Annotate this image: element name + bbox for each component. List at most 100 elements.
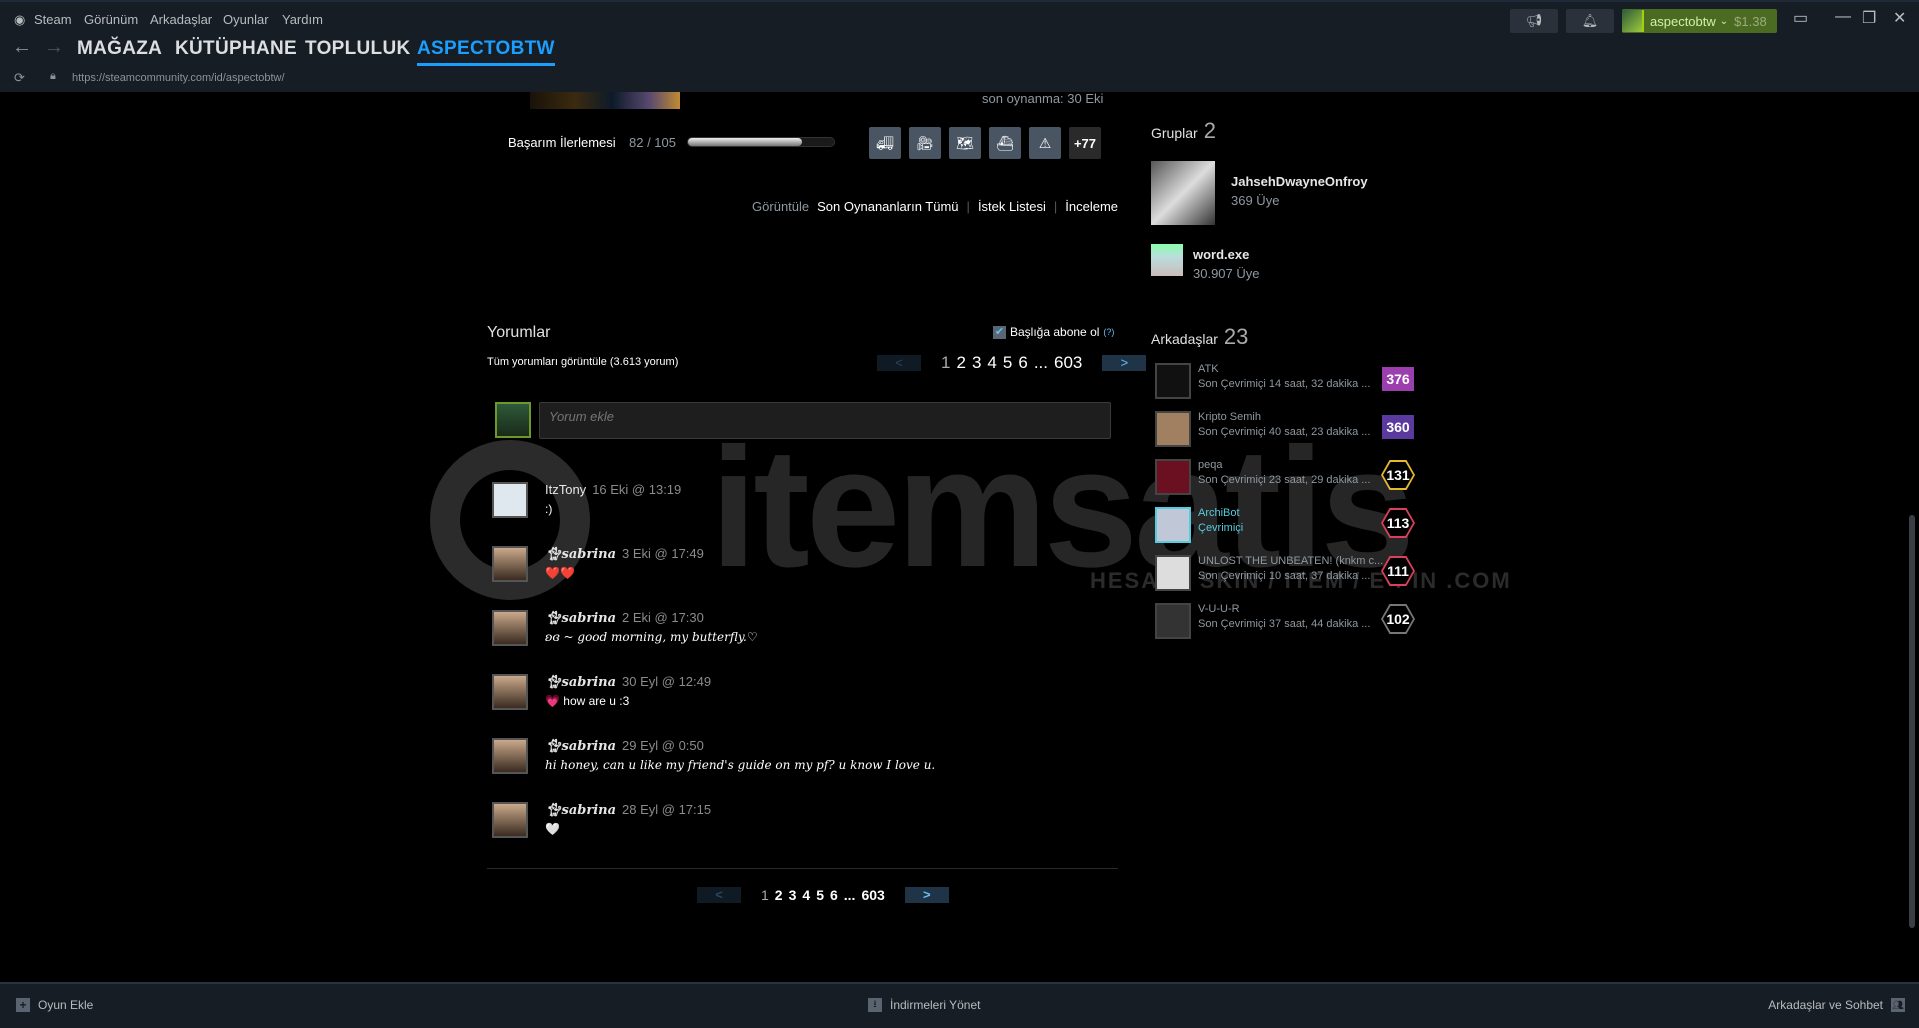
comment-author[interactable]: 🐈︎sabrina 29 Eyl @ 0:50: [545, 738, 704, 754]
friend-avatar[interactable]: [1155, 555, 1191, 591]
group-name[interactable]: word.exe: [1193, 247, 1249, 262]
recent-games-link[interactable]: Son Oynananların Tümü: [817, 199, 958, 214]
achievement-icon[interactable]: 🎥︎: [909, 127, 941, 159]
page-link[interactable]: 5: [1003, 353, 1012, 373]
page-link[interactable]: 603: [1054, 353, 1082, 373]
subscribe-checkbox[interactable]: ✔ Başlığa abone ol (?): [993, 325, 1114, 339]
friend-avatar[interactable]: [1155, 459, 1191, 495]
help-link[interactable]: (?): [1103, 327, 1114, 337]
comment-author[interactable]: 🐈︎sabrina 2 Eki @ 17:30: [545, 610, 704, 626]
author-name[interactable]: sabrina: [562, 675, 617, 690]
nav-store[interactable]: MAĞAZA: [77, 38, 162, 60]
page-link[interactable]: 3: [972, 353, 981, 373]
author-name[interactable]: sabrina: [562, 547, 617, 562]
wishlist-link[interactable]: İstek Listesi: [978, 199, 1046, 214]
page-link[interactable]: 6: [1018, 353, 1027, 373]
friend-avatar[interactable]: [1155, 363, 1191, 399]
next-page-button[interactable]: >: [1102, 355, 1147, 371]
page-link[interactable]: 5: [816, 887, 824, 903]
friend-row[interactable]: Kripto Semih Son Çevrimiçi 40 saat, 23 d…: [1155, 411, 1415, 449]
friend-row[interactable]: UNLOST THE UNBEATEN! (knkm c... Son Çevr…: [1155, 555, 1415, 593]
comment-author[interactable]: 🐈︎sabrina 28 Eyl @ 17:15: [545, 802, 711, 818]
friend-row[interactable]: ArchiBot Çevrimiçi 113: [1155, 507, 1415, 545]
page-link[interactable]: 6: [830, 887, 838, 903]
notifications-button[interactable]: 🔔︎: [1566, 9, 1614, 33]
close-icon[interactable]: ✕: [1893, 8, 1906, 28]
back-arrow-icon[interactable]: ←: [12, 36, 32, 59]
friend-name[interactable]: ATK: [1198, 363, 1219, 375]
restore-icon[interactable]: ❐: [1862, 8, 1876, 28]
comment-author[interactable]: 🐈︎sabrina 3 Eki @ 17:49: [545, 546, 704, 562]
menu-help[interactable]: Yardım: [282, 12, 323, 27]
friend-avatar[interactable]: [1155, 411, 1191, 447]
group-avatar[interactable]: [1151, 161, 1215, 225]
menu-games[interactable]: Oyunlar: [223, 12, 269, 27]
announcements-button[interactable]: 📢︎: [1510, 9, 1558, 33]
scrollbar[interactable]: [1909, 515, 1915, 928]
friend-avatar[interactable]: [1155, 507, 1191, 543]
group-avatar[interactable]: [1151, 244, 1183, 276]
add-game-button[interactable]: + Oyun Ekle: [16, 998, 93, 1012]
page-link[interactable]: 1: [761, 887, 769, 903]
friend-status: Son Çevrimiçi 37 saat, 44 dakika ...: [1198, 618, 1371, 630]
commenter-avatar[interactable]: [492, 610, 528, 646]
menu-steam[interactable]: Steam: [34, 12, 72, 27]
page-link[interactable]: 4: [987, 353, 996, 373]
commenter-avatar[interactable]: [492, 802, 528, 838]
commenter-avatar[interactable]: [492, 482, 528, 518]
prev-page-button[interactable]: <: [697, 887, 741, 903]
nav-profile[interactable]: ASPECTOBTW: [417, 38, 555, 66]
friend-name[interactable]: ArchiBot: [1198, 507, 1240, 519]
commenter-avatar[interactable]: [492, 738, 528, 774]
big-picture-icon[interactable]: ▭: [1793, 8, 1808, 28]
groups-header[interactable]: Gruplar 2: [1151, 118, 1216, 144]
view-all-comments-link[interactable]: Tüm yorumları görüntüle (3.613 yorum): [487, 356, 678, 368]
forward-arrow-icon[interactable]: →: [44, 36, 64, 59]
friend-row[interactable]: V-U-U-R Son Çevrimiçi 37 saat, 44 dakika…: [1155, 603, 1415, 641]
comment-author[interactable]: 🐈︎sabrina 30 Eyl @ 12:49: [545, 674, 711, 690]
minimize-icon[interactable]: —: [1835, 8, 1851, 26]
achievement-icon[interactable]: 🚚︎: [869, 127, 901, 159]
comment-author[interactable]: ItzTony 16 Eki @ 13:19: [545, 482, 681, 497]
friend-row[interactable]: peqa Son Çevrimiçi 23 saat, 29 dakika ..…: [1155, 459, 1415, 497]
reload-icon[interactable]: ⟳: [14, 70, 25, 86]
friend-name[interactable]: Kripto Semih: [1198, 411, 1261, 423]
url-bar[interactable]: https://steamcommunity.com/id/aspectobtw…: [72, 72, 285, 84]
author-name[interactable]: sabrina: [562, 803, 617, 818]
author-name[interactable]: sabrina: [562, 739, 617, 754]
friend-row[interactable]: ATK Son Çevrimiçi 14 saat, 32 dakika ...…: [1155, 363, 1415, 401]
next-page-button[interactable]: >: [904, 887, 949, 903]
game-capsule-image[interactable]: [530, 92, 680, 109]
nav-library[interactable]: KÜTÜPHANE: [175, 38, 297, 60]
group-name[interactable]: JahsehDwayneOnfroy: [1231, 174, 1368, 189]
achievement-icon[interactable]: ⛴︎: [989, 127, 1021, 159]
page-link[interactable]: 3: [789, 887, 797, 903]
page-link[interactable]: 2: [956, 353, 965, 373]
more-achievements[interactable]: +77: [1069, 127, 1101, 159]
page-link[interactable]: 1: [941, 353, 950, 373]
commenter-avatar[interactable]: [492, 546, 528, 582]
page-link[interactable]: 603: [861, 887, 884, 903]
page-link[interactable]: 4: [802, 887, 810, 903]
author-name[interactable]: ItzTony: [545, 482, 586, 497]
menu-friends[interactable]: Arkadaşlar: [150, 12, 212, 27]
nav-community[interactable]: TOPLULUK: [305, 38, 411, 60]
friend-name[interactable]: V-U-U-R: [1198, 603, 1240, 615]
manage-downloads-button[interactable]: ⭳ İndirmeleri Yönet: [868, 998, 981, 1012]
page-link[interactable]: 2: [775, 887, 783, 903]
friend-name[interactable]: UNLOST THE UNBEATEN! (knkm c...: [1198, 555, 1383, 567]
friends-header[interactable]: Arkadaşlar 23: [1151, 324, 1248, 350]
commenter-avatar[interactable]: [492, 674, 528, 710]
friend-name[interactable]: peqa: [1198, 459, 1222, 471]
author-name[interactable]: sabrina: [562, 611, 617, 626]
checkbox-checked-icon[interactable]: ✔: [993, 325, 1006, 339]
achievement-icon[interactable]: ⚠︎: [1029, 127, 1061, 159]
menu-view[interactable]: Görünüm: [84, 12, 138, 27]
prev-page-button[interactable]: <: [877, 355, 921, 371]
friends-chat-button[interactable]: Arkadaşlar ve Sohbet 👥︎: [1768, 998, 1905, 1012]
achievement-icon[interactable]: 🗺︎: [949, 127, 981, 159]
comment-input[interactable]: [539, 402, 1111, 439]
account-menu[interactable]: aspectobtw ⌄ $1.38: [1622, 9, 1777, 33]
friend-avatar[interactable]: [1155, 603, 1191, 639]
reviews-link[interactable]: İnceleme: [1065, 199, 1118, 214]
